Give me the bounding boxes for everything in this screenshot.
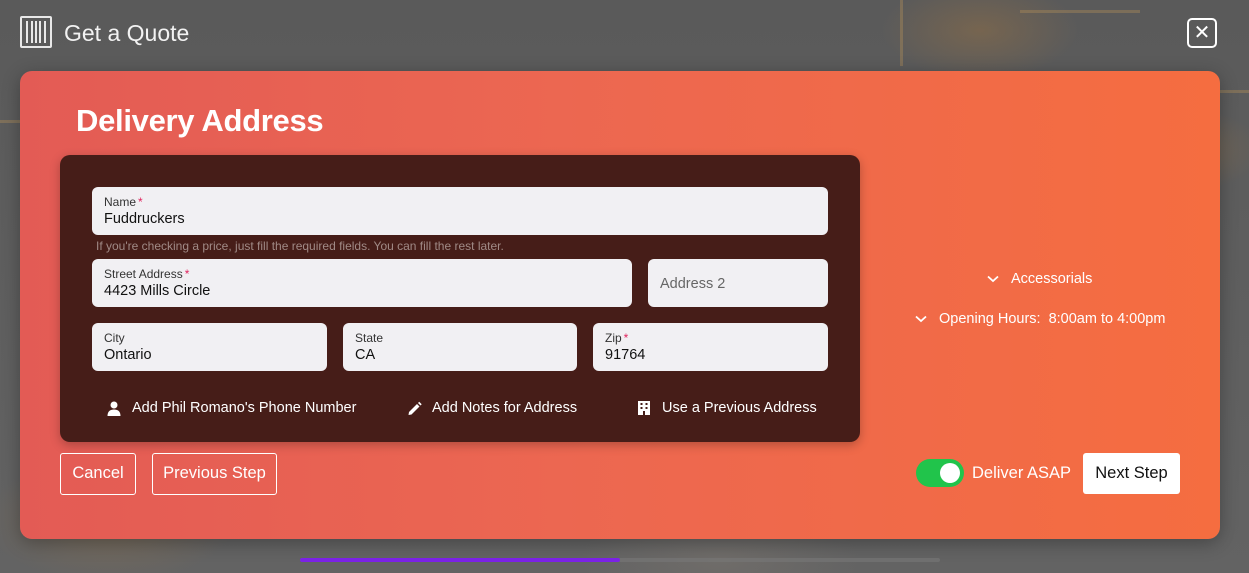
zip-value: 91764 — [605, 347, 646, 363]
close-button[interactable]: ✕ — [1187, 18, 1217, 48]
street-address-value: 4423 Mills Circle — [104, 283, 211, 299]
building-icon — [636, 400, 652, 416]
map-road — [1220, 90, 1249, 93]
street-address-label: Street Address * — [104, 267, 190, 281]
form-hint: If you're checking a price, just fill th… — [96, 239, 504, 253]
pencil-icon — [406, 400, 422, 416]
opening-hours-value: 8:00am to 4:00pm — [1048, 311, 1166, 327]
previous-step-button[interactable]: Previous Step — [152, 453, 277, 495]
address2-field[interactable]: Address 2 — [648, 259, 828, 307]
toggle-knob — [940, 463, 960, 483]
section-title: Delivery Address — [76, 103, 324, 138]
name-value: Fuddruckers — [104, 211, 185, 227]
use-previous-address-button[interactable]: Use a Previous Address — [636, 399, 817, 417]
progress-fill — [300, 558, 620, 562]
state-field[interactable]: State CA — [343, 323, 577, 371]
quote-panel: Delivery Address Name * Fuddruckers If yo… — [20, 71, 1220, 539]
state-value: CA — [355, 347, 376, 363]
deliver-asap-toggle[interactable] — [916, 459, 964, 487]
cancel-button[interactable]: Cancel — [60, 453, 136, 495]
opening-hours-label: Opening Hours: — [939, 311, 1041, 327]
opening-hours-toggle[interactable]: Opening Hours: 8:00am to 4:00pm — [915, 311, 1165, 327]
add-notes-button[interactable]: Add Notes for Address — [406, 399, 577, 417]
person-icon — [106, 400, 122, 416]
deliver-asap-label: Deliver ASAP — [972, 464, 1072, 482]
chevron-down-icon — [915, 311, 927, 327]
address2-placeholder: Address 2 — [660, 276, 726, 292]
next-step-button[interactable]: Next Step — [1083, 453, 1180, 494]
name-field[interactable]: Name * Fuddruckers — [92, 187, 828, 235]
city-value: Ontario — [104, 347, 152, 363]
accessorials-toggle[interactable]: Accessorials — [987, 271, 1092, 287]
add-notes-label: Add Notes for Address — [432, 400, 578, 416]
add-phone-label: Add Phil Romano's Phone Number — [132, 400, 357, 416]
zip-label: Zip * — [605, 331, 629, 345]
use-previous-address-label: Use a Previous Address — [662, 400, 817, 416]
close-icon: ✕ — [1193, 22, 1211, 44]
add-phone-button[interactable]: Add Phil Romano's Phone Number — [106, 399, 356, 417]
city-label: City — [104, 331, 125, 345]
progress-bar — [300, 558, 940, 562]
accessorials-label: Accessorials — [1011, 271, 1093, 287]
top-bar: Get a Quote ✕ — [0, 0, 1249, 66]
state-label: State — [355, 331, 384, 345]
zip-field[interactable]: Zip * 91764 — [593, 323, 828, 371]
container-icon — [20, 16, 52, 48]
city-field[interactable]: City Ontario — [92, 323, 327, 371]
street-address-field[interactable]: Street Address * 4423 Mills Circle — [92, 259, 632, 307]
address-form: Name * Fuddruckers If you're checking a p… — [60, 155, 860, 442]
page-title: Get a Quote — [64, 20, 190, 46]
name-label: Name * — [104, 195, 143, 209]
chevron-down-icon — [987, 271, 999, 287]
